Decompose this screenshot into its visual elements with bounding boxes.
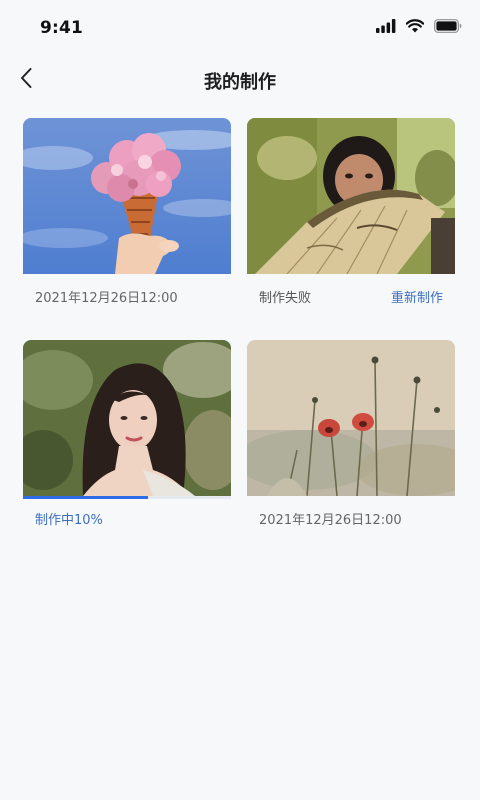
status-icons bbox=[376, 18, 462, 37]
work-meta: 制作失败 重新制作 bbox=[247, 274, 455, 318]
works-grid: 2021年12月26日12:00 制作失败 重新制作 制作中10% 2021年1… bbox=[23, 118, 455, 540]
status-failed-text: 制作失败 bbox=[259, 290, 312, 306]
wifi-icon bbox=[405, 18, 425, 37]
flowers-ice-cream-cone-photo bbox=[23, 118, 231, 274]
work-card[interactable]: 2021年12月26日12:00 bbox=[23, 118, 231, 318]
work-meta: 制作中10% bbox=[23, 499, 231, 537]
nav-bar: 我的制作 bbox=[0, 56, 480, 104]
poppies-field-photo bbox=[247, 340, 455, 496]
girl-portrait-photo bbox=[23, 340, 231, 496]
work-meta: 2021年12月26日12:00 bbox=[23, 274, 231, 318]
signal-icon bbox=[376, 18, 396, 37]
work-date: 2021年12月26日12:00 bbox=[259, 512, 402, 528]
page-title: 我的制作 bbox=[204, 72, 276, 93]
work-meta: 2021年12月26日12:00 bbox=[247, 496, 455, 540]
retry-button[interactable]: 重新制作 bbox=[391, 287, 443, 306]
progress-text: 制作中10% bbox=[35, 512, 103, 528]
woman-with-fan-photo bbox=[247, 118, 455, 274]
status-time: 9:41 bbox=[40, 18, 84, 38]
status-bar: 9:41 bbox=[0, 0, 480, 56]
work-card[interactable]: 制作中10% bbox=[23, 340, 231, 540]
work-card[interactable]: 2021年12月26日12:00 bbox=[247, 340, 455, 540]
work-date: 2021年12月26日12:00 bbox=[35, 290, 178, 306]
battery-icon bbox=[434, 18, 462, 37]
work-card[interactable]: 制作失败 重新制作 bbox=[247, 118, 455, 318]
